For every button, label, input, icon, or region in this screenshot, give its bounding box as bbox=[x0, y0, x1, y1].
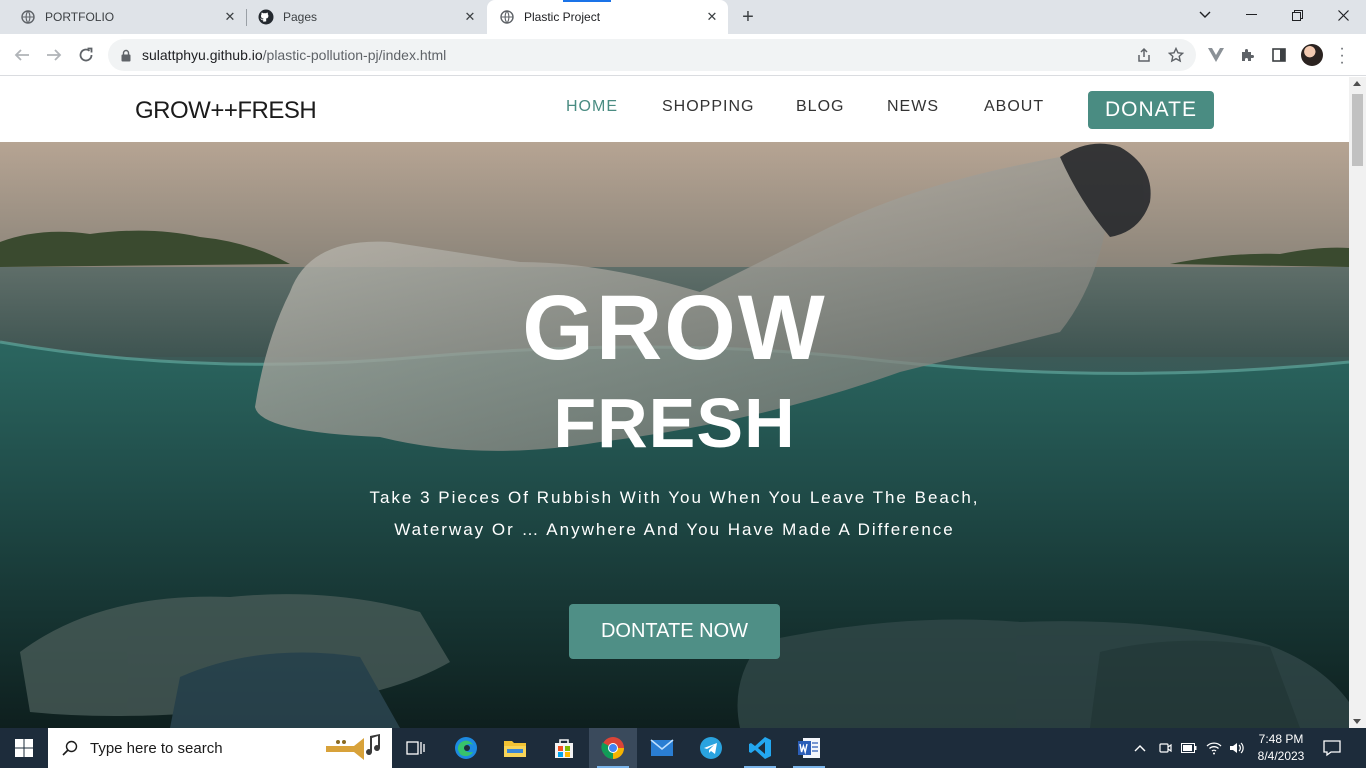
url-path: /plastic-pollution-pj/index.html bbox=[262, 47, 447, 63]
forward-arrow-icon[interactable] bbox=[42, 43, 66, 67]
hero-subtitle-line1: Take 3 Pieces Of Rubbish With You When Y… bbox=[369, 488, 980, 507]
tab-search-icon[interactable] bbox=[1182, 0, 1228, 30]
tab-title: Plastic Project bbox=[524, 10, 601, 24]
nav-blog[interactable]: BLOG bbox=[796, 98, 844, 116]
clock-date: 8/4/2023 bbox=[1257, 749, 1305, 763]
tab-portfolio[interactable]: PORTFOLIO ✕ bbox=[0, 0, 246, 34]
chrome-icon[interactable] bbox=[589, 728, 637, 768]
system-clock[interactable]: 7:48 PM 8/4/2023 bbox=[1252, 731, 1310, 765]
tab-plastic-project[interactable]: Plastic Project ✕ bbox=[487, 0, 728, 34]
bookmark-star-icon[interactable] bbox=[1167, 46, 1185, 64]
hero-section: GROW FRESH Take 3 Pieces Of Rubbish With… bbox=[0, 142, 1349, 728]
wifi-icon[interactable] bbox=[1206, 740, 1222, 756]
scroll-down-arrow-icon[interactable] bbox=[1353, 719, 1361, 724]
globe-icon bbox=[499, 9, 515, 25]
battery-icon[interactable] bbox=[1181, 740, 1197, 756]
clock-time: 7:48 PM bbox=[1258, 732, 1304, 746]
donate-now-button[interactable]: DONTATE NOW bbox=[569, 604, 780, 659]
telegram-icon[interactable] bbox=[687, 728, 735, 768]
profile-avatar[interactable] bbox=[1301, 44, 1323, 66]
lock-icon[interactable] bbox=[120, 48, 132, 62]
show-hidden-icons-chevron-icon[interactable] bbox=[1132, 740, 1148, 756]
browser-tab-strip: PORTFOLIO ✕ Pages ✕ Plastic Project ✕ + bbox=[0, 0, 1366, 34]
close-window-button[interactable] bbox=[1320, 0, 1366, 30]
globe-icon bbox=[20, 9, 36, 25]
file-explorer-icon[interactable] bbox=[491, 728, 539, 768]
restore-button[interactable] bbox=[1274, 0, 1320, 30]
site-logo[interactable]: GROW++FRESH bbox=[135, 97, 317, 125]
search-highlight-trumpet-icon bbox=[324, 732, 388, 769]
hero-title-line2: FRESH bbox=[553, 384, 796, 462]
scrollbar-thumb[interactable] bbox=[1352, 94, 1363, 166]
close-tab-icon[interactable]: ✕ bbox=[222, 9, 238, 25]
nav-about[interactable]: ABOUT bbox=[984, 98, 1044, 116]
nav-news[interactable]: NEWS bbox=[887, 98, 939, 116]
search-placeholder: Type here to search bbox=[90, 739, 223, 757]
mail-icon[interactable] bbox=[638, 728, 686, 768]
reload-icon[interactable] bbox=[74, 43, 98, 67]
scroll-up-arrow-icon[interactable] bbox=[1353, 81, 1361, 86]
taskbar-search[interactable]: Type here to search bbox=[48, 728, 392, 768]
new-tab-button[interactable]: + bbox=[737, 7, 759, 29]
windows-start-icon[interactable] bbox=[0, 728, 48, 768]
back-arrow-icon[interactable] bbox=[10, 43, 34, 67]
close-tab-icon[interactable]: ✕ bbox=[462, 9, 478, 25]
side-panel-icon[interactable] bbox=[1270, 46, 1288, 64]
nav-home[interactable]: HOME bbox=[566, 98, 618, 116]
extensions-puzzle-icon[interactable] bbox=[1239, 46, 1257, 64]
microsoft-store-icon[interactable] bbox=[540, 728, 588, 768]
page-scrollbar[interactable] bbox=[1349, 77, 1366, 728]
hero-title-line1: GROW bbox=[522, 277, 827, 379]
hero-subtitle: Take 3 Pieces Of Rubbish With You When Y… bbox=[330, 482, 1019, 546]
vscode-icon[interactable] bbox=[736, 728, 784, 768]
browser-toolbar: sulattphyu.github.io/plastic-pollution-p… bbox=[0, 34, 1366, 76]
url-host: sulattphyu.github.io bbox=[142, 47, 263, 63]
tab-loading-indicator bbox=[563, 0, 611, 2]
more-menu-icon[interactable]: · · · bbox=[1337, 41, 1347, 71]
word-icon[interactable] bbox=[785, 728, 833, 768]
minimize-button[interactable] bbox=[1228, 0, 1274, 30]
address-bar[interactable]: sulattphyu.github.io/plastic-pollution-p… bbox=[108, 39, 1196, 71]
search-icon bbox=[62, 740, 78, 756]
url-text: sulattphyu.github.io/plastic-pollution-p… bbox=[142, 47, 446, 63]
site-header: GROW++FRESH HOME SHOPPING BLOG NEWS ABOU… bbox=[0, 77, 1349, 142]
nav-shopping[interactable]: SHOPPING bbox=[662, 98, 754, 116]
hero-subtitle-line2: Waterway Or … Anywhere And You Have Made… bbox=[394, 520, 955, 539]
notification-center-icon[interactable] bbox=[1322, 738, 1342, 758]
meet-now-icon[interactable] bbox=[1157, 740, 1173, 756]
edge-icon[interactable] bbox=[442, 728, 490, 768]
github-icon bbox=[258, 9, 274, 25]
vue-devtools-icon[interactable] bbox=[1207, 46, 1225, 64]
close-tab-icon[interactable]: ✕ bbox=[704, 9, 720, 25]
share-icon[interactable] bbox=[1135, 46, 1153, 64]
windows-taskbar: Type here to search 7:48 PM 8/4/2023 bbox=[0, 728, 1366, 768]
donate-button[interactable]: DONATE bbox=[1088, 91, 1214, 129]
page-viewport: GROW++FRESH HOME SHOPPING BLOG NEWS ABOU… bbox=[0, 77, 1349, 728]
tab-title: Pages bbox=[283, 10, 318, 24]
tab-title: PORTFOLIO bbox=[45, 10, 115, 24]
task-view-icon[interactable] bbox=[392, 728, 440, 768]
tab-pages[interactable]: Pages ✕ bbox=[238, 0, 486, 34]
volume-icon[interactable] bbox=[1229, 740, 1245, 756]
